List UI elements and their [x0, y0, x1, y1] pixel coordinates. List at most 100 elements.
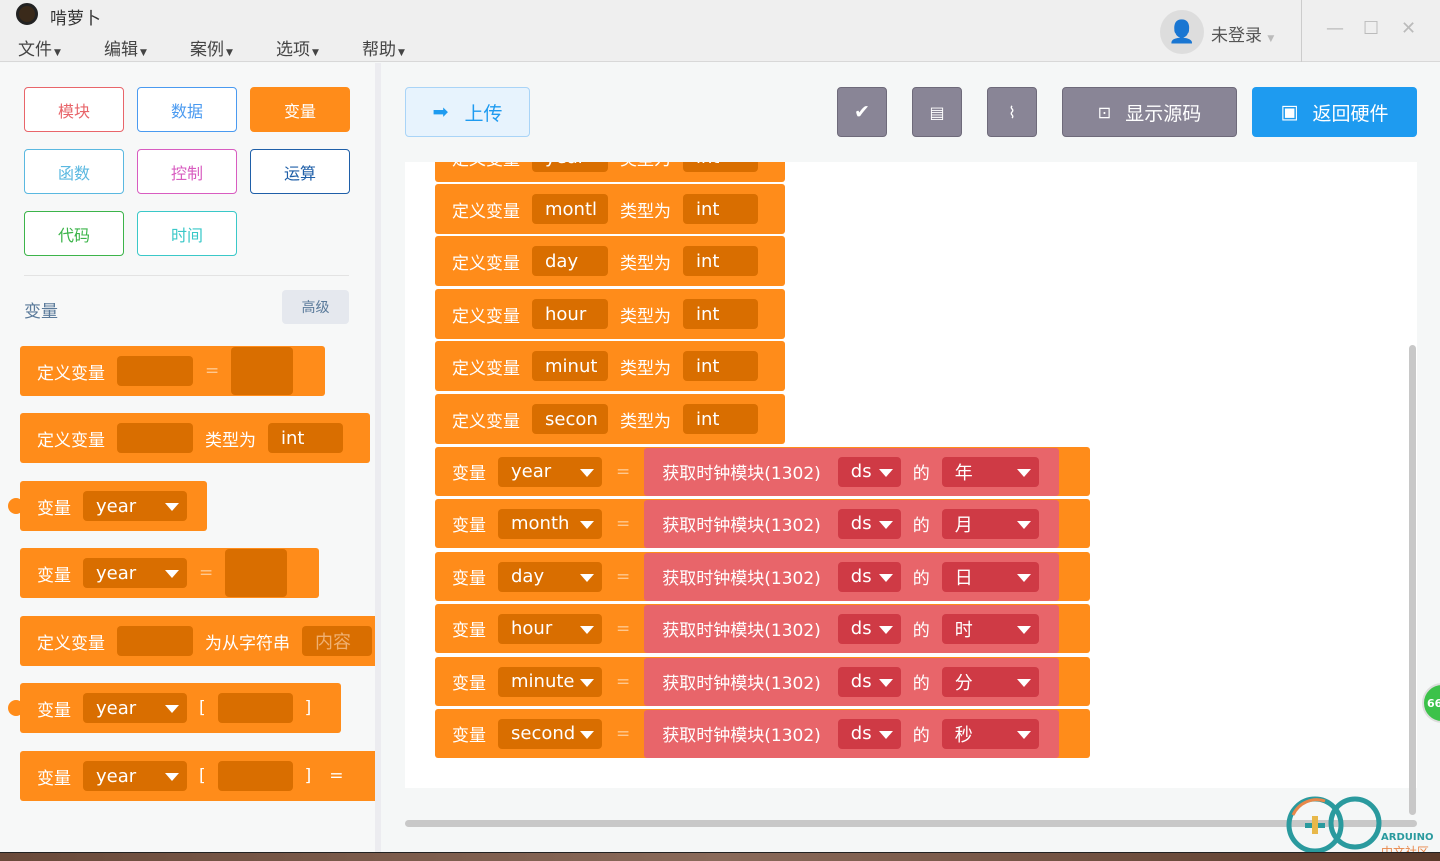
clock-module-block[interactable]: 获取时钟模块(1302) ds 的月 [644, 499, 1060, 548]
define-block[interactable]: 定义变量 montl 类型为 int [435, 184, 785, 234]
clock-module-block[interactable]: 获取时钟模块(1302) ds 的分 [644, 657, 1060, 706]
terminal-icon: ⊡ [1097, 102, 1112, 122]
define-block[interactable]: 定义变量 secon 类型为 int [435, 394, 785, 444]
module-dropdown[interactable]: ds [837, 666, 901, 697]
content-field[interactable]: 内容 [302, 626, 372, 656]
workspace-canvas[interactable]: 定义变量year类型为int定义变量montl类型为int定义变量day类型为i… [405, 162, 1417, 788]
module-dropdown[interactable]: ds [837, 508, 901, 539]
horizontal-scrollbar[interactable] [405, 820, 1417, 827]
define-block[interactable]: 定义变量year类型为int [435, 162, 785, 182]
unit-dropdown[interactable]: 秒 [941, 718, 1039, 749]
block-palette: 变量 高级 定义变量 = 定义变量 类型为 int 变量 year 变量 yea… [0, 63, 375, 852]
palette-block-var-set[interactable]: 变量 year = [20, 548, 319, 598]
var-dropdown[interactable]: hour [498, 613, 602, 644]
type-field[interactable]: int [683, 299, 758, 329]
assign-block[interactable]: 变量 minute = 获取时钟模块(1302) ds 的分 [435, 657, 1090, 706]
category-tab[interactable]: 代码 [24, 211, 124, 256]
unit-dropdown[interactable]: 日 [941, 561, 1039, 592]
avatar[interactable]: 👤 [1160, 10, 1204, 54]
unit-dropdown[interactable]: 年 [941, 456, 1039, 487]
module-dropdown[interactable]: ds [837, 613, 901, 644]
category-tab[interactable]: 数据 [137, 87, 237, 132]
assign-block[interactable]: 变量 second = 获取时钟模块(1302) ds 的秒 [435, 709, 1090, 758]
clock-module-block[interactable]: 获取时钟模块(1302) ds 的年 [644, 447, 1060, 496]
palette-block-var-get[interactable]: 变量 year [8, 481, 207, 531]
var-dropdown[interactable]: second [498, 718, 602, 749]
unit-dropdown[interactable]: 时 [941, 613, 1039, 644]
clock-module-block[interactable]: 获取时钟模块(1302) ds 的时 [644, 604, 1060, 653]
var-dropdown[interactable]: year [83, 693, 187, 723]
define-block[interactable]: 定义变量 hour 类型为 int [435, 289, 785, 339]
var-dropdown[interactable]: minute [498, 666, 602, 697]
value-slot[interactable] [231, 347, 294, 395]
show-source-button[interactable]: ⊡ 显示源码 [1062, 87, 1237, 137]
index-field[interactable] [217, 693, 293, 723]
menu-examples[interactable]: 案例 ▼ [190, 35, 233, 60]
name-field[interactable] [117, 423, 193, 453]
clock-module-block[interactable]: 获取时钟模块(1302) ds 的秒 [644, 709, 1060, 758]
type-field[interactable]: int [683, 351, 758, 381]
panel-resizer[interactable] [375, 63, 381, 852]
var-dropdown[interactable]: year [498, 456, 602, 487]
module-dropdown[interactable]: ds [837, 718, 901, 749]
category-tab[interactable]: 变量 [250, 87, 350, 132]
name-field[interactable]: montl [532, 194, 608, 224]
type-field[interactable]: int [683, 194, 758, 224]
define-block[interactable]: 定义变量 day 类型为 int [435, 236, 785, 286]
palette-block-define-string[interactable]: 定义变量 为从字符串 内容 [20, 616, 375, 666]
var-dropdown[interactable]: year [83, 558, 187, 588]
assign-block[interactable]: 变量 hour = 获取时钟模块(1302) ds 的时 [435, 604, 1090, 653]
assign-block[interactable]: 变量 year = 获取时钟模块(1302) ds 的年 [435, 447, 1090, 496]
verify-button[interactable]: ✔ [837, 87, 887, 137]
value-slot[interactable] [225, 549, 288, 597]
back-to-hardware-button[interactable]: ▣ 返回硬件 [1252, 87, 1417, 137]
palette-block-array-get[interactable]: 变量 year [ ] [8, 683, 341, 733]
floating-badge[interactable]: 66 [1422, 683, 1440, 723]
menu-file[interactable]: 文件 ▼ [18, 35, 61, 60]
type-field[interactable]: int [683, 162, 758, 172]
unit-dropdown[interactable]: 月 [941, 508, 1039, 539]
palette-block-define-type[interactable]: 定义变量 类型为 int [20, 413, 370, 463]
unit-dropdown[interactable]: 分 [941, 666, 1039, 697]
type-field[interactable]: int [268, 423, 343, 453]
category-tab[interactable]: 时间 [137, 211, 237, 256]
minimize-icon[interactable]: — [1326, 18, 1344, 39]
name-field[interactable] [117, 626, 193, 656]
var-dropdown[interactable]: month [498, 508, 602, 539]
category-tab[interactable]: 控制 [137, 149, 237, 194]
user-menu[interactable]: 未登录 ▼ [1211, 21, 1274, 46]
menu-help[interactable]: 帮助 ▼ [362, 35, 405, 60]
module-dropdown[interactable]: ds [837, 561, 901, 592]
var-dropdown[interactable]: year [83, 491, 187, 521]
assign-block[interactable]: 变量 month = 获取时钟模块(1302) ds 的月 [435, 499, 1090, 548]
maximize-icon[interactable]: ☐ [1363, 18, 1379, 39]
palette-block-array-set[interactable]: 变量 year [ ] = [20, 751, 375, 801]
serial-monitor-button[interactable]: ⌇ [987, 87, 1037, 137]
category-tab[interactable]: 函数 [24, 149, 124, 194]
type-field[interactable]: int [683, 246, 758, 276]
name-field[interactable]: day [532, 246, 608, 276]
menu-options[interactable]: 选项 ▼ [276, 35, 319, 60]
name-field[interactable]: hour [532, 299, 608, 329]
menu-edit[interactable]: 编辑 ▼ [104, 35, 147, 60]
name-field[interactable] [117, 356, 193, 386]
assign-block[interactable]: 变量 day = 获取时钟模块(1302) ds 的日 [435, 552, 1090, 601]
type-field[interactable]: int [683, 404, 758, 434]
name-field[interactable]: year [532, 162, 608, 172]
advanced-button[interactable]: 高级 [282, 290, 349, 324]
palette-block-define-assign[interactable]: 定义变量 = [20, 346, 325, 396]
vertical-scrollbar[interactable] [1409, 345, 1416, 815]
upload-button[interactable]: ➡ 上传 [405, 87, 530, 137]
category-tab[interactable]: 模块 [24, 87, 124, 132]
module-dropdown[interactable]: ds [837, 456, 901, 487]
index-field[interactable] [217, 761, 293, 791]
name-field[interactable]: secon [532, 404, 608, 434]
var-dropdown[interactable]: day [498, 561, 602, 592]
close-icon[interactable]: ✕ [1401, 18, 1416, 39]
var-dropdown[interactable]: year [83, 761, 187, 791]
define-block[interactable]: 定义变量 minut 类型为 int [435, 341, 785, 391]
save-button[interactable]: ▤ [912, 87, 962, 137]
category-tab[interactable]: 运算 [250, 149, 350, 194]
clock-module-block[interactable]: 获取时钟模块(1302) ds 的日 [644, 552, 1060, 601]
name-field[interactable]: minut [532, 351, 608, 381]
